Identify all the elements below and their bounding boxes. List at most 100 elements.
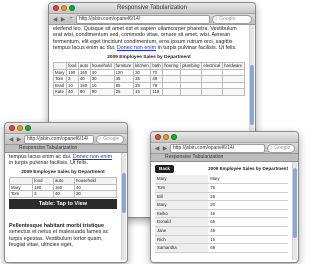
table-cell: [222, 81, 245, 90]
table-cell: [180, 68, 203, 77]
column-header: auto: [53, 177, 75, 185]
card-value: 16: [208, 209, 288, 219]
card-row: Rich 15: [155, 235, 288, 245]
column-header: household: [73, 177, 118, 185]
card-label: Samantha: [155, 243, 209, 253]
table-cell: 35: [133, 75, 152, 83]
table-cell: 25: [133, 81, 152, 90]
column-header: furniture: [113, 62, 135, 70]
zoom-icon[interactable]: [25, 125, 31, 131]
tab-title[interactable]: Responsive Tabularization: [19, 145, 77, 151]
vertical-scrollbar[interactable]: [292, 162, 297, 260]
search-placeholder: Google: [219, 15, 236, 22]
zoom-icon[interactable]: [171, 134, 177, 140]
window-titlebar: Responsive Tabularization: [49, 3, 255, 14]
zoom-icon[interactable]: [69, 5, 75, 11]
search-field[interactable]: ⌕ Google: [267, 143, 295, 153]
inline-link[interactable]: Donec non enim: [117, 45, 156, 51]
tab-title[interactable]: Responsive Tabularization: [165, 154, 223, 160]
card-value: 20: [208, 200, 288, 210]
back-arrow-icon[interactable]: ◀: [52, 16, 58, 23]
table-cell: 40: [89, 68, 115, 77]
table-cell: [162, 88, 182, 96]
scrollbar-thumb[interactable]: [122, 173, 126, 213]
tap-to-view-button[interactable]: Table: Tap to View: [9, 199, 117, 209]
column-header: plumbing: [180, 62, 203, 70]
scrollbar-thumb[interactable]: [250, 65, 254, 125]
search-field[interactable]: ⌕ Google: [212, 14, 252, 24]
add-tab-icon[interactable]: +: [68, 16, 74, 22]
table-cell: 30: [73, 190, 118, 198]
minimize-icon[interactable]: [163, 134, 169, 140]
table-cell: [162, 81, 182, 90]
table-cell: [222, 75, 245, 83]
body-paragraph: eleifend leo. Quisque sit amet est et sa…: [53, 26, 245, 52]
minimize-icon[interactable]: [17, 125, 23, 131]
forward-arrow-icon[interactable]: ▶: [16, 136, 22, 143]
sales-table: food auto household furniture kitchen bath flo…: [52, 62, 245, 96]
search-placeholder: Google: [103, 135, 120, 142]
scrollbar-thumb[interactable]: [293, 168, 297, 238]
tab-bar[interactable]: Responsive Tabularization: [5, 145, 127, 153]
vertical-scrollbar[interactable]: [121, 153, 126, 260]
table-cell: 190: [32, 183, 55, 192]
window-title: Responsive Tabularization: [117, 5, 187, 11]
card-value: 76: [208, 183, 288, 193]
card-label: Tom: [155, 183, 209, 193]
table-cell: 160: [53, 183, 75, 192]
close-icon[interactable]: [53, 5, 59, 11]
card-row: Donald 65: [155, 217, 288, 227]
bold-lead: Pellentesque habitant morbi tristique: [9, 223, 104, 229]
card-row: Mary Mary: [155, 175, 288, 185]
search-field[interactable]: ⌕ Google: [96, 134, 124, 144]
body-paragraph: Pellentesque habitant morbi tristique se…: [9, 223, 117, 249]
sales-card-table: Mary Mary Tom 76 Bill 26 Mary 20 Keiko 16 Donald 65…: [155, 175, 288, 253]
table-cell: [201, 81, 224, 90]
table-cell: 25: [113, 88, 135, 96]
table-cell: 15: [133, 88, 152, 96]
column-header: household: [89, 62, 115, 70]
table-row: Tom 3 40 30 45 35 49: [52, 75, 245, 83]
address-bar[interactable]: http://jsbin.com/opanel6/14/: [170, 143, 265, 153]
table-row: Tom 3 40 30: [8, 190, 118, 198]
search-icon: ⌕: [99, 135, 102, 142]
minimize-icon[interactable]: [61, 5, 67, 11]
search-placeholder: Google: [274, 144, 291, 151]
tab-bar[interactable]: Responsive Tabularization: [151, 154, 298, 162]
column-header: hardware: [222, 62, 245, 70]
address-bar[interactable]: http://jsbin.com/opanel6/14/: [76, 14, 210, 24]
table-cell: [162, 75, 182, 83]
back-arrow-icon[interactable]: ◀: [154, 145, 160, 152]
page-content: tempus lacus enim ac dui. Donec non enim…: [5, 153, 121, 262]
table-cell: 10: [66, 81, 79, 90]
card-row: Tom 76: [155, 183, 288, 193]
table-cell: [201, 75, 224, 83]
paragraph-text: senectus et netus et malesuada fames ac …: [9, 229, 109, 249]
table-cell: 70: [150, 68, 164, 77]
table-cell: [162, 68, 182, 77]
column-header: food: [32, 177, 55, 185]
table-cell: 120: [113, 68, 135, 77]
table-cell: [222, 68, 245, 77]
browser-toolbar: ◀ ▶ http://jsbin.com/opanel6/14/ ⌕ Googl…: [5, 134, 127, 145]
forward-arrow-icon[interactable]: ▶: [162, 145, 168, 152]
table-cell: 80: [77, 88, 91, 96]
window-titlebar: [151, 132, 298, 143]
table-caption: 2009 Employee Sales by Department: [107, 54, 191, 60]
table-cell: Tom: [8, 190, 34, 198]
traffic-lights: [53, 5, 75, 11]
inline-link[interactable]: Donec non enim: [73, 154, 112, 160]
search-icon: ⌕: [270, 144, 273, 151]
back-arrow-icon[interactable]: ◀: [8, 136, 14, 143]
card-value: 65: [208, 217, 288, 227]
column-header: kitchen: [133, 62, 152, 70]
forward-arrow-icon[interactable]: ▶: [60, 16, 66, 23]
card-value: 49: [208, 226, 288, 236]
table-cell: 119: [150, 88, 164, 96]
browser-toolbar: ◀ ▶ + http://jsbin.com/opanel6/14/ ⌕ Goo…: [49, 14, 255, 25]
column-header: bath: [150, 62, 164, 70]
back-button[interactable]: Back: [155, 165, 174, 174]
close-icon[interactable]: [155, 134, 161, 140]
close-icon[interactable]: [9, 125, 15, 131]
address-bar[interactable]: http://jsbin.com/opanel6/14/: [24, 134, 94, 144]
